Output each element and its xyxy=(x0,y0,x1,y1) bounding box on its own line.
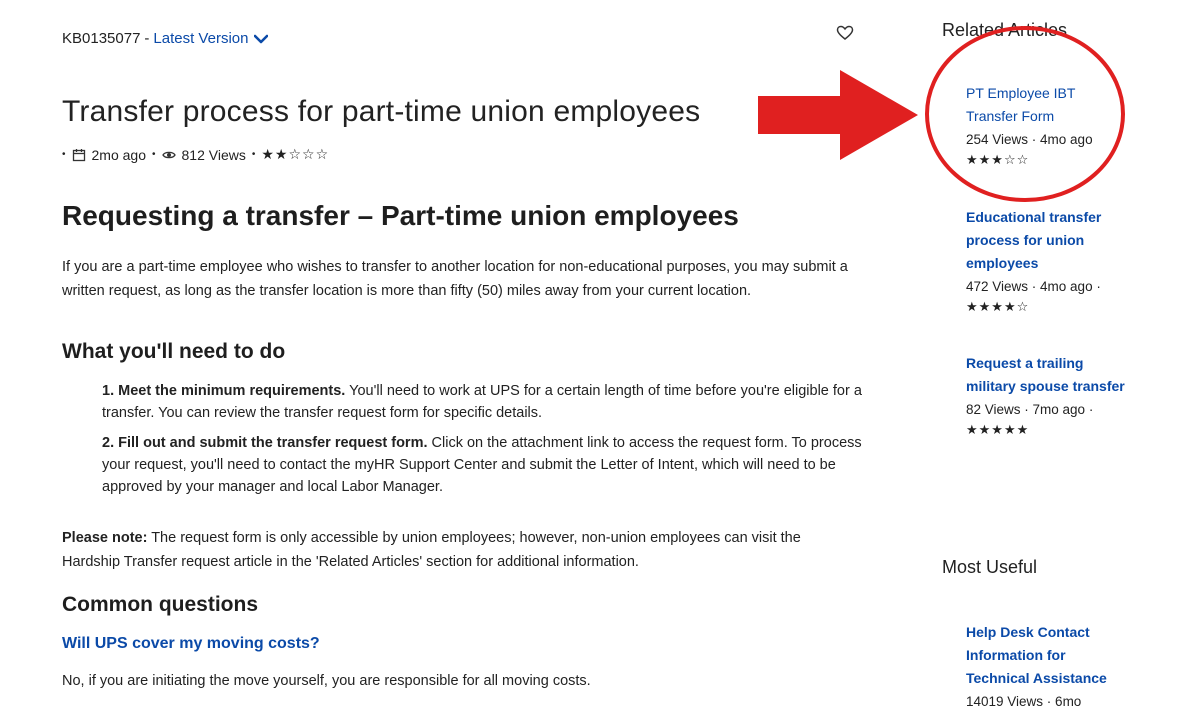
useful-article-meta: 14019 Views · 6mo xyxy=(966,694,1082,709)
meta-dot: • xyxy=(152,149,156,160)
step-lead: 1. Meet the minimum requirements. xyxy=(102,383,346,399)
related-article-meta: 472 Views · 4mo ago · xyxy=(966,279,1101,294)
common-questions-heading: Common questions xyxy=(62,593,259,616)
meta-dot: • xyxy=(251,149,256,160)
calendar-icon xyxy=(72,148,85,161)
steps-list: 1. Meet the minimum requirements. You'll… xyxy=(102,380,872,506)
related-article-item: Educational transfer process for union e… xyxy=(966,206,1126,316)
related-article-meta: 82 Views · 7mo ago · xyxy=(966,402,1094,417)
section-heading: Requesting a transfer – Part-time union … xyxy=(62,200,739,231)
related-article-link[interactable]: Educational transfer process for union e… xyxy=(966,206,1126,275)
article-title: Transfer process for part-time union emp… xyxy=(62,95,701,128)
note-label: Please note: xyxy=(62,530,148,546)
most-useful-heading: Most Useful xyxy=(942,557,1038,577)
rating-stars[interactable]: ★★☆☆☆ xyxy=(261,146,329,163)
list-item: 1. Meet the minimum requirements. You'll… xyxy=(102,380,872,424)
version-label[interactable]: Latest Version xyxy=(153,30,248,47)
faq-question-link[interactable]: Will UPS cover my moving costs? xyxy=(62,635,320,653)
red-circle-annotation xyxy=(925,26,1125,202)
kb-number: KB0135077 xyxy=(62,30,141,47)
meta-dot: • xyxy=(62,149,66,160)
faq-answer: No, if you are initiating the move yours… xyxy=(62,673,591,689)
heart-icon[interactable] xyxy=(836,24,854,42)
intro-paragraph: If you are a part-time employee who wish… xyxy=(62,259,848,299)
eye-icon xyxy=(161,151,176,158)
article-meta: • 2mo ago • 812 Views • ★★☆☆☆ xyxy=(62,146,329,163)
updated-time: 2mo ago xyxy=(91,146,146,163)
useful-article-item: Help Desk Contact Information for Techni… xyxy=(966,621,1126,713)
view-count: 812 Views xyxy=(181,146,246,163)
related-article-stars: ★★★★☆ xyxy=(966,299,1030,314)
useful-article-link[interactable]: Help Desk Contact Information for Techni… xyxy=(966,621,1126,690)
related-article-stars: ★★★★★ xyxy=(966,422,1030,437)
note-text: The request form is only accessible by u… xyxy=(62,530,801,570)
version-dropdown[interactable]: Latest Version xyxy=(153,30,269,47)
knowledge-article-page: KB0135077 - Latest Version Transfer proc… xyxy=(0,0,1196,714)
faq-question-link-cut-off[interactable] xyxy=(62,706,522,714)
kb-header: KB0135077 - Latest Version xyxy=(62,30,269,47)
related-article-item: Request a trailing military spouse trans… xyxy=(966,352,1126,439)
todo-heading: What you'll need to do xyxy=(62,340,286,363)
red-arrow-annotation xyxy=(758,70,918,160)
related-article-link[interactable]: Request a trailing military spouse trans… xyxy=(966,352,1126,398)
step-lead: 2. Fill out and submit the transfer requ… xyxy=(102,435,428,451)
list-item: 2. Fill out and submit the transfer requ… xyxy=(102,432,872,498)
kb-separator: - xyxy=(144,30,150,47)
note-paragraph: Please note: The request form is only ac… xyxy=(62,526,862,574)
chevron-down-icon[interactable] xyxy=(254,34,269,44)
